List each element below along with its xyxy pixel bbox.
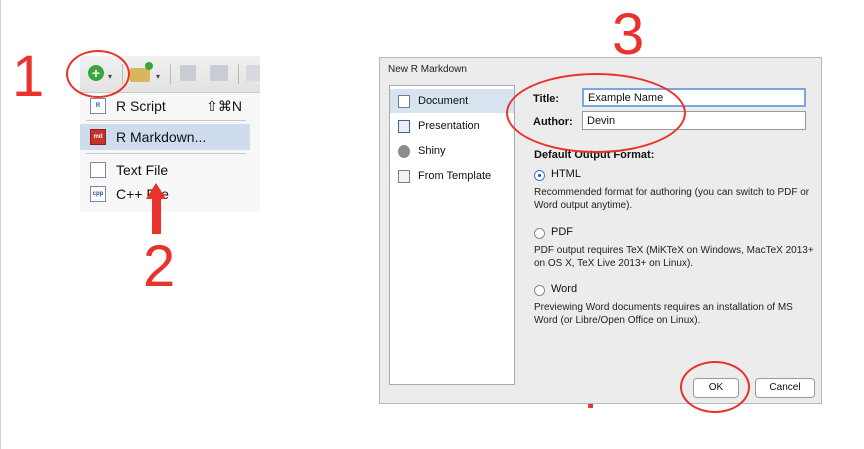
menu-item-label: R Script — [116, 98, 166, 114]
print-icon[interactable] — [246, 65, 260, 81]
page-left-border — [0, 0, 1, 449]
sidebar-item-label: Document — [418, 95, 469, 107]
sidebar-item-presentation[interactable]: Presentation — [390, 114, 514, 138]
sidebar-item-label: Presentation — [418, 120, 480, 132]
chevron-down-icon[interactable]: ▾ — [156, 72, 160, 81]
text-file-icon — [90, 162, 106, 178]
option-desc-word: Previewing Word documents requires an in… — [534, 302, 793, 326]
step-number-3: 3 — [612, 2, 645, 67]
menu-divider — [86, 120, 246, 121]
document-type-sidebar: Document Presentation Shiny From Templat… — [389, 85, 515, 385]
highlight-ring-new-file — [66, 50, 130, 98]
arrow-shaft — [152, 198, 161, 234]
menu-item-shortcut: ⇧⌘N — [206, 97, 242, 114]
menu-item-text-file[interactable]: Text File — [80, 157, 250, 183]
menu-item-r-markdown[interactable]: md R Markdown... — [80, 124, 250, 150]
menu-divider — [86, 153, 246, 154]
option-label-pdf[interactable]: PDF — [551, 226, 573, 238]
radio-html[interactable] — [534, 170, 545, 181]
arrow-up-icon — [146, 183, 166, 199]
radio-pdf[interactable] — [534, 228, 545, 239]
menu-item-label: Text File — [116, 162, 169, 178]
option-desc-html: Recommended format for authoring (you ca… — [534, 187, 810, 211]
cpp-file-icon: cpp — [90, 186, 106, 202]
option-label-word[interactable]: Word — [551, 283, 577, 295]
sidebar-item-from-template[interactable]: From Template — [390, 164, 514, 188]
sidebar-item-label: Shiny — [418, 145, 446, 157]
sidebar-item-document[interactable]: Document — [390, 89, 514, 113]
option-desc-pdf: PDF output requires TeX (MiKTeX on Windo… — [534, 245, 814, 269]
document-icon — [398, 94, 410, 108]
template-icon — [398, 169, 410, 183]
toolbar-separator — [170, 64, 171, 84]
toolbar-separator — [238, 64, 239, 84]
radio-word[interactable] — [534, 285, 545, 296]
save-icon[interactable] — [180, 65, 196, 81]
step-number-2: 2 — [143, 234, 176, 299]
r-markdown-icon: md — [90, 129, 106, 145]
r-script-icon: R — [90, 98, 106, 114]
step-number-1: 1 — [12, 44, 45, 109]
open-folder-icon[interactable] — [130, 62, 153, 82]
highlight-ring-ok — [680, 361, 750, 413]
highlight-ring-title-author — [506, 73, 686, 153]
sidebar-item-shiny[interactable]: Shiny — [390, 139, 514, 163]
dialog-title: New R Markdown — [388, 64, 467, 75]
option-label-html[interactable]: HTML — [551, 168, 581, 180]
presentation-icon — [398, 119, 410, 133]
sidebar-item-label: From Template — [418, 170, 492, 182]
menu-item-label: R Markdown... — [116, 129, 207, 145]
new-file-dropdown: R R Script ⇧⌘N md R Markdown... Text Fil… — [80, 93, 260, 212]
shiny-icon — [398, 144, 410, 158]
save-all-icon[interactable] — [210, 65, 228, 81]
cancel-button[interactable]: Cancel — [755, 378, 815, 398]
